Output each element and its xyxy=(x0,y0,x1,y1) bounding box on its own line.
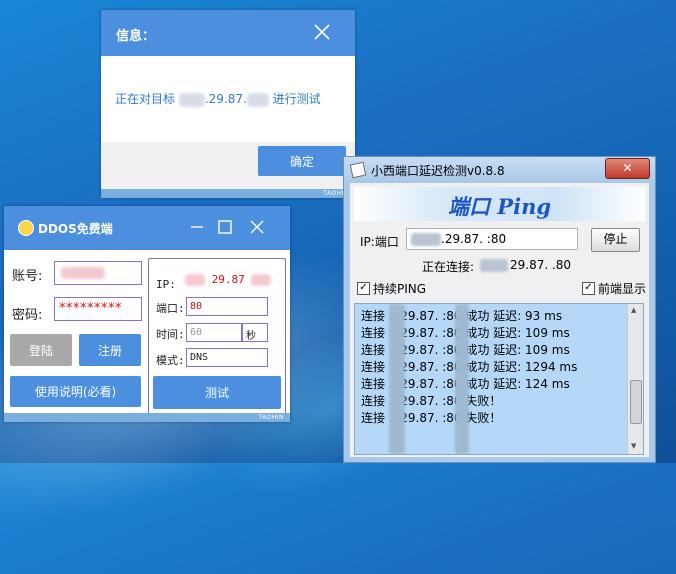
redacted-ip-segment xyxy=(185,274,205,286)
redacted-ip-segment xyxy=(178,92,205,107)
redacted-ip-column xyxy=(389,304,405,454)
info-dialog-body: 正在对目标 .29.87. 进行测试 xyxy=(101,56,355,142)
front-display-label: 前端显示 xyxy=(598,282,647,296)
info-message-ip: .29.87. xyxy=(204,92,247,106)
app-logo-icon xyxy=(18,220,34,236)
account-label: 账号: xyxy=(12,269,43,284)
continuous-ping-label: 持续PING xyxy=(373,282,427,296)
password-label: 密码: xyxy=(12,308,43,323)
port-field[interactable]: 80 xyxy=(186,297,268,316)
close-button[interactable]: ✕ xyxy=(605,158,650,179)
redacted-ip-segment xyxy=(246,92,269,107)
info-message-suffix: 进行测试 xyxy=(272,92,321,106)
ping-tool-window: 小西端口延迟检测v0.8.8 ✕ 端口 Ping IP:端口 .29.87. :… xyxy=(343,156,656,463)
redacted-ip-column xyxy=(455,304,469,454)
mode-select[interactable]: DNS xyxy=(186,348,268,367)
ping-banner: 端口 Ping xyxy=(354,187,645,221)
mode-label: 模式: xyxy=(156,354,185,367)
stop-button[interactable]: 停止 xyxy=(591,228,640,252)
log-line: 连接 .129.87. :80 失败！ xyxy=(361,411,502,425)
time-label: 时间: xyxy=(156,328,185,341)
help-button[interactable]: 使用说明(必看) xyxy=(10,376,141,407)
time-unit: 秒 xyxy=(242,323,268,342)
redacted-ip-segment xyxy=(480,259,508,272)
ping-window-title: 小西端口延迟检测v0.8.8 xyxy=(371,164,505,178)
ip-port-input[interactable]: .29.87. :80 xyxy=(406,228,578,250)
ping-body: 端口 Ping IP:端口 .29.87. :80 停止 正在连接: 29.87… xyxy=(350,183,649,457)
redacted-ip-segment xyxy=(411,233,441,246)
register-button[interactable]: 注册 xyxy=(79,334,141,366)
ddos-window: DDOS免费端 账号: 密码: ********* 登陆 注册 使用说明(必看)… xyxy=(4,206,290,422)
minimize-icon[interactable] xyxy=(190,220,204,234)
info-message-prefix: 正在对目标 xyxy=(115,92,176,106)
banner-title: 端口 Ping xyxy=(447,194,552,219)
ddos-window-title: DDOS免费端 xyxy=(38,222,113,236)
scroll-thumb[interactable] xyxy=(630,380,642,424)
close-icon[interactable] xyxy=(250,220,264,234)
ip-port-label: IP:端口 xyxy=(360,235,399,249)
info-dialog: 信息： 正在对目标 .29.87. 进行测试 确定 TAOHIN xyxy=(101,10,355,198)
connecting-value: 29.87. .80 xyxy=(510,258,572,272)
account-field[interactable] xyxy=(54,261,142,285)
redacted-account xyxy=(61,267,105,279)
brand-strip: TAOHIN xyxy=(101,189,355,198)
front-display-checkbox[interactable]: ✓ xyxy=(582,282,595,295)
test-button[interactable]: 测试 xyxy=(153,376,281,409)
test-config-group: IP: 29.87 端口: 80 时间: 60 秒 模式: DNS 测试 xyxy=(148,258,286,416)
connecting-label: 正在连接: xyxy=(422,260,475,274)
info-dialog-title: 信息： xyxy=(116,29,156,44)
continuous-ping-checkbox[interactable]: ✓ xyxy=(357,282,370,295)
info-dialog-titlebar: 信息： xyxy=(101,10,355,56)
app-icon xyxy=(349,161,367,179)
port-label: 端口: xyxy=(156,302,185,315)
info-dialog-footer: 确定 xyxy=(101,142,355,189)
password-field[interactable]: ********* xyxy=(54,297,142,321)
ip-label: IP: xyxy=(156,278,176,291)
login-button[interactable]: 登陆 xyxy=(10,334,72,366)
redacted-ip-segment xyxy=(251,274,272,286)
maximize-icon[interactable] xyxy=(218,220,232,234)
time-field[interactable]: 60 xyxy=(186,323,242,342)
target-ip-field[interactable]: 29.87 xyxy=(185,273,281,293)
close-icon[interactable] xyxy=(313,23,331,41)
ip-port-value: .29.87. :80 xyxy=(441,232,507,246)
scroll-down-icon[interactable]: ▼ xyxy=(631,442,636,450)
ddos-titlebar: DDOS免费端 xyxy=(4,206,290,250)
log-scrollbar[interactable]: ▲ ▼ xyxy=(627,304,643,454)
target-ip-value: 29.87 xyxy=(211,273,245,286)
ping-log[interactable]: 连接 .129.87. :80 成功 延迟: 93 ms 连接 .129.87.… xyxy=(354,303,644,455)
scroll-up-icon[interactable]: ▲ xyxy=(631,306,636,314)
brand-label: TAOHIN xyxy=(258,414,284,421)
log-line: 连接 .129.87. :80 失败！ xyxy=(361,394,502,408)
info-message: 正在对目标 .29.87. 进行测试 xyxy=(115,90,321,107)
ok-button[interactable]: 确定 xyxy=(258,146,346,176)
brand-strip: TAOHIN xyxy=(4,413,290,422)
ping-titlebar: 小西端口延迟检测v0.8.8 ✕ xyxy=(344,157,655,182)
